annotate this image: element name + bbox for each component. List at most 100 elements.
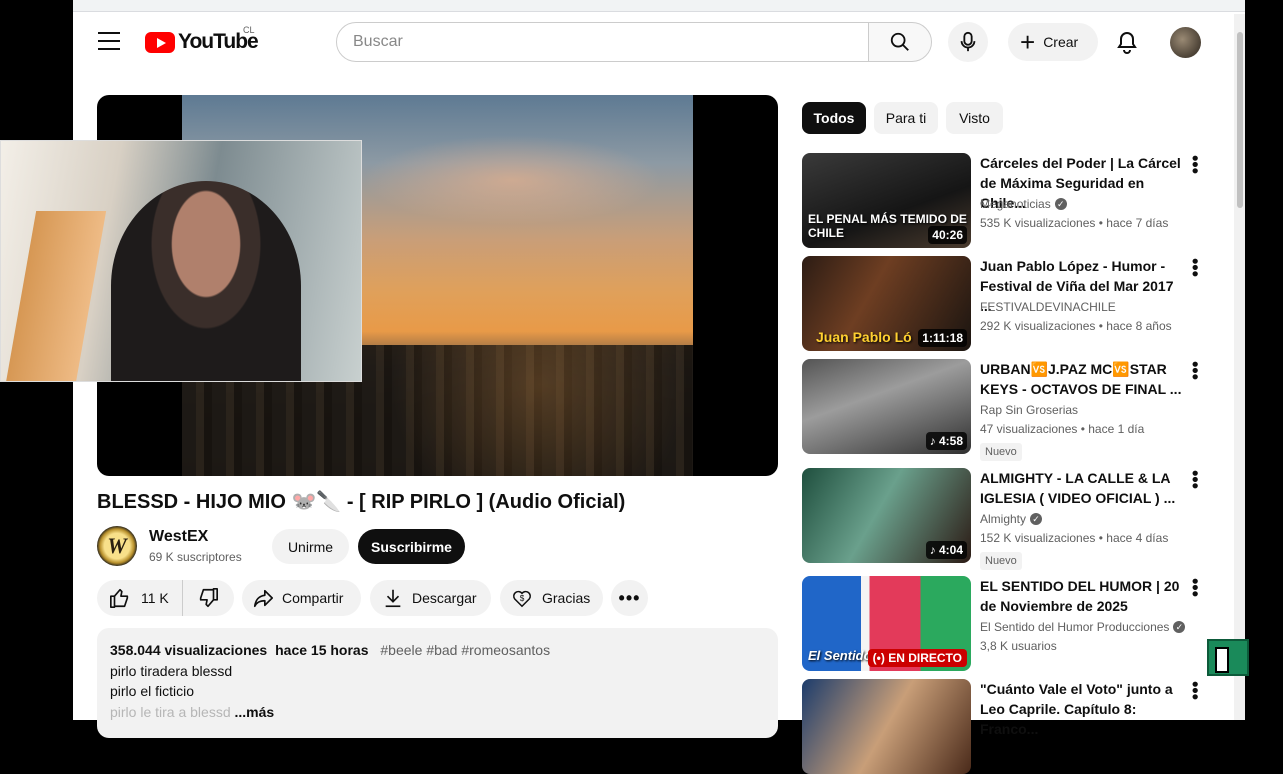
more-vert-icon[interactable]: ••• [1185,258,1205,277]
account-avatar[interactable] [1170,27,1201,58]
chip-todos[interactable]: Todos [802,102,866,134]
share-icon [253,589,273,608]
chip-para-ti[interactable]: Para ti [874,102,938,134]
recommendation-stats: 292 K visualizaciones • hace 8 años [980,319,1172,333]
video-thumbnail[interactable]: El Sentido del HUMOR (•) EN DIRECTO [802,576,971,671]
channel-label: Almighty [980,512,1027,526]
create-label: Crear [1043,34,1079,50]
recommendation-channel[interactable]: Meganoticias ✓ [980,197,1067,211]
voice-search-button[interactable] [948,22,988,62]
recommendation-channel[interactable]: Almighty ✓ [980,512,1043,526]
description-meta: 358.044 visualizaciones hace 15 horas #b… [110,640,765,661]
channel-label: Meganoticias [980,197,1051,211]
recommendation-channel[interactable]: FESTIVALDEVINACHILE [980,300,1116,314]
recommendation-title[interactable]: URBAN🆚J.PAZ MC🆚STAR KEYS - OCTAVOS DE FI… [980,359,1186,399]
search-icon [890,32,909,51]
description-box[interactable]: 358.044 visualizaciones hace 15 horas #b… [97,628,778,738]
channel-label: Rap Sin Groserias [980,403,1079,417]
notifications-button[interactable] [1113,28,1141,56]
download-button[interactable]: Descargar [370,580,491,616]
webcam-overlay [0,140,362,382]
youtube-logo[interactable]: YouTube CL [145,25,259,54]
recommendation-title[interactable]: "Cuánto Vale el Voto" junto a Leo Capril… [980,679,1186,739]
more-vert-icon[interactable]: ••• [1185,470,1205,489]
thanks-icon: $ [513,590,531,608]
more-vert-icon[interactable]: ••• [1185,578,1205,597]
more-actions-button[interactable]: ••• [611,580,648,616]
verified-icon: ✓ [1054,198,1067,210]
show-more-link[interactable]: ...más [235,704,275,720]
create-button[interactable]: + Crear [1008,23,1098,61]
download-icon [385,589,401,608]
bookmarks-bar [73,0,1245,12]
description-line: pirlo le tira a blessd [110,703,231,720]
verified-icon: ✓ [1030,513,1043,525]
duration-badge: 1:11:18 [918,329,967,347]
channel-label: FESTIVALDEVINACHILE [980,300,1116,314]
menu-icon[interactable] [98,32,120,52]
live-badge: (•) EN DIRECTO [867,649,967,667]
plus-icon: + [1020,27,1036,57]
floating-app-icon[interactable] [1207,639,1249,676]
more-vert-icon[interactable]: ••• [1185,155,1205,174]
share-button[interactable]: Compartir [242,580,361,616]
duration-badge: ♪ 4:58 [925,432,967,450]
new-badge: Nuevo [980,443,1022,461]
thanks-label: Gracias [542,590,591,606]
channel-label: El Sentido del Humor Producciones [980,620,1170,634]
new-badge: Nuevo [980,552,1022,570]
search-input[interactable]: Buscar [336,22,869,62]
video-thumbnail[interactable]: ♪ 4:04 [802,468,971,563]
recommendation-channel[interactable]: Rap Sin Groserias [980,403,1078,417]
thanks-button[interactable]: $ Gracias [500,580,603,616]
video-thumbnail[interactable]: Juan Pablo Ló 1:11:18 [802,256,971,351]
video-thumbnail[interactable] [802,679,971,774]
recommendation-channel[interactable]: El Sentido del Humor Producciones ✓ [980,620,1186,634]
channel-name[interactable]: WestEX [149,528,208,546]
svg-text:$: $ [520,594,525,603]
recommendation-stats: 152 K visualizaciones • hace 4 días [980,531,1169,545]
thumbnail-caption: Juan Pablo Ló [816,329,912,345]
chip-visto[interactable]: Visto [946,102,1003,134]
dislike-icon [199,588,218,608]
video-title: BLESSD - HIJO MIO 🐭🔪 - [ RIP PIRLO ] (Au… [97,491,626,513]
webcam-curtain [5,211,107,381]
posted-time: hace 15 horas [275,642,369,658]
download-label: Descargar [412,590,477,606]
like-icon [110,588,129,608]
recommendation-title[interactable]: ALMIGHTY - LA CALLE & LA IGLESIA ( VIDEO… [980,468,1186,508]
more-vert-icon[interactable]: ••• [1185,361,1205,380]
hashtags[interactable]: #beele #bad #romeosantos [380,642,550,658]
recommendation-stats: 47 visualizaciones • hace 1 día [980,422,1145,436]
search-placeholder: Buscar [353,33,403,50]
verified-icon: ✓ [1173,621,1186,633]
recommendation-title[interactable]: EL SENTIDO DEL HUMOR | 20 de Noviembre d… [980,576,1186,616]
share-label: Compartir [282,590,344,606]
webcam-person [111,181,301,381]
mic-icon [960,31,976,52]
recommendation-stats: 535 K visualizaciones • hace 7 días [980,216,1169,230]
page-scrollbar[interactable] [1234,14,1245,720]
video-thumbnail[interactable]: EL PENAL MÁS TEMIDO DE CHILE 40:26 [802,153,971,248]
subscribe-button[interactable]: Suscribirme [358,529,465,564]
recommendation-stats: 3,8 K usuarios [980,639,1057,653]
channel-avatar[interactable]: W [97,526,137,566]
like-button[interactable]: 11 K [97,580,183,616]
youtube-play-icon [145,31,175,53]
description-line: pirlo tiradera blessd [110,662,233,679]
search-button[interactable] [868,22,932,62]
channel-subscribers: 69 K suscriptores [149,550,242,564]
duration-badge: 40:26 [928,226,967,244]
dislike-button[interactable] [183,587,233,609]
like-count: 11 K [141,590,169,606]
join-button[interactable]: Unirme [272,529,349,564]
view-count: 358.044 visualizaciones [110,642,268,658]
description-line: pirlo el ficticio [110,683,195,699]
scrollbar-thumb[interactable] [1237,32,1243,208]
duration-badge: ♪ 4:04 [925,541,967,559]
bell-icon [1117,31,1137,54]
more-vert-icon[interactable]: ••• [1185,681,1205,700]
right-black-edge [1245,0,1283,720]
video-thumbnail[interactable]: ♪ 4:58 [802,359,971,454]
like-dislike-group: 11 K [97,580,234,616]
